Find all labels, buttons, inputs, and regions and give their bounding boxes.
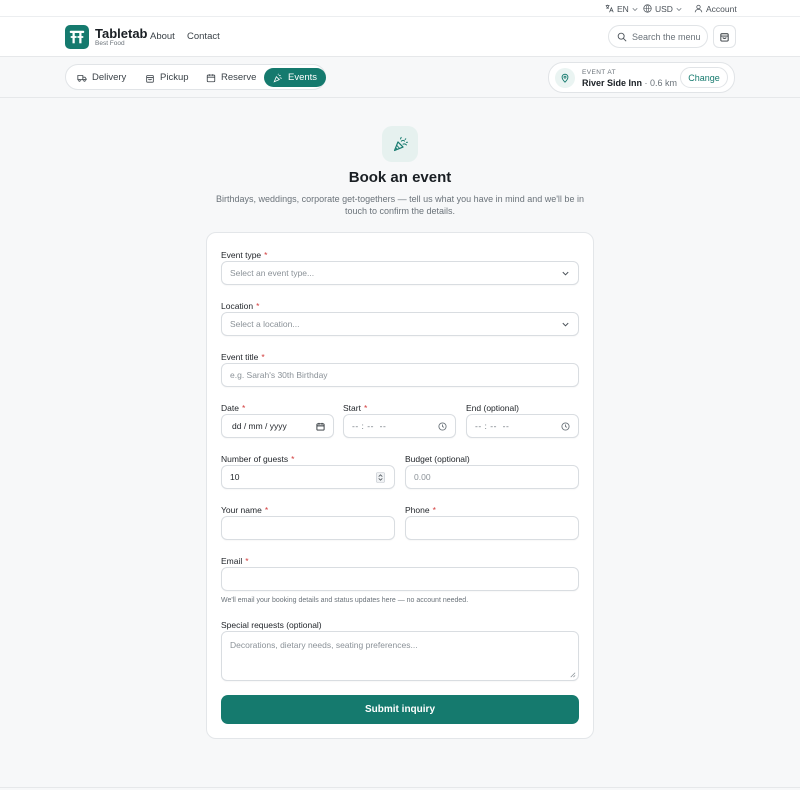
shopping-bag-icon bbox=[720, 33, 729, 42]
start-time-label: Start * bbox=[343, 403, 368, 413]
tab-reserve-label: Reserve bbox=[221, 72, 257, 83]
change-location-button[interactable]: Change bbox=[680, 67, 728, 88]
brand-name: Tabletab bbox=[95, 26, 148, 41]
clock-icon[interactable] bbox=[561, 422, 570, 431]
chevron-down-icon bbox=[632, 7, 638, 11]
page-title: Book an event bbox=[348, 169, 452, 186]
guests-label: Number of guests * bbox=[221, 454, 295, 464]
submit-inquiry-button[interactable]: Submit inquiry bbox=[221, 695, 579, 724]
location-field-label: Location * bbox=[221, 301, 260, 311]
tab-reserve[interactable]: Reserve bbox=[197, 68, 265, 87]
location-pin-icon bbox=[555, 68, 575, 88]
globe-icon bbox=[643, 4, 652, 13]
calendar-icon bbox=[206, 73, 216, 82]
location-label: EVENT AT bbox=[582, 69, 617, 76]
tab-events-label: Events bbox=[288, 72, 318, 83]
email-input[interactable] bbox=[221, 567, 579, 591]
clock-icon[interactable] bbox=[438, 422, 447, 431]
chevron-down-icon bbox=[562, 271, 569, 276]
location-name: River Side Inn · 0.6 km bbox=[582, 78, 677, 88]
name-input[interactable] bbox=[221, 516, 395, 540]
language-switcher[interactable]: EN bbox=[605, 2, 638, 15]
utility-bar: EN USD Account bbox=[0, 0, 800, 17]
search-placeholder: Search the menu bbox=[632, 31, 701, 42]
shopping-bag-icon bbox=[146, 74, 154, 83]
email-label: Email * bbox=[221, 556, 249, 566]
end-time-label: End (optional) bbox=[466, 403, 519, 413]
site-header: Tabletab Best Food About Contact Search … bbox=[0, 17, 800, 57]
party-popper-icon bbox=[382, 126, 418, 162]
name-label: Your name * bbox=[221, 505, 269, 515]
location-distance: · 0.6 km bbox=[644, 78, 678, 88]
logo[interactable] bbox=[65, 25, 89, 49]
chevron-down-icon bbox=[676, 7, 682, 11]
event-title-input[interactable]: e.g. Sarah's 30th Birthday bbox=[221, 363, 579, 387]
requests-placeholder: Decorations, dietary needs, seating pref… bbox=[230, 640, 418, 650]
tab-pickup[interactable]: Pickup bbox=[136, 68, 198, 87]
location-name-text: River Side Inn bbox=[582, 78, 643, 88]
account-label: Account bbox=[706, 3, 737, 14]
requests-label: Special requests (optional) bbox=[221, 620, 322, 630]
event-title-placeholder: e.g. Sarah's 30th Birthday bbox=[230, 370, 328, 380]
event-title-label: Event title * bbox=[221, 352, 265, 362]
budget-placeholder: 0.00 bbox=[414, 472, 431, 482]
date-input[interactable]: dd / mm / yyyy bbox=[221, 414, 334, 438]
footer-divider bbox=[0, 787, 800, 788]
party-popper-icon bbox=[273, 73, 282, 83]
translate-icon bbox=[605, 4, 614, 13]
event-type-placeholder: Select an event type... bbox=[230, 268, 315, 278]
date-placeholder: dd / mm / yyyy bbox=[232, 421, 287, 431]
calendar-icon[interactable] bbox=[316, 422, 325, 431]
currency-switcher[interactable]: USD bbox=[643, 2, 682, 15]
location-placeholder: Select a location... bbox=[230, 319, 300, 329]
currency-label: USD bbox=[655, 3, 673, 14]
end-time-placeholder: -- : -- -- bbox=[475, 421, 510, 431]
stepper-arrows-icon[interactable] bbox=[376, 472, 385, 483]
phone-input[interactable] bbox=[405, 516, 579, 540]
logo-icon bbox=[69, 30, 85, 44]
location-select[interactable]: Select a location... bbox=[221, 312, 579, 336]
guests-value: 10 bbox=[230, 472, 240, 482]
start-time-placeholder: -- : -- -- bbox=[352, 421, 387, 431]
language-label: EN bbox=[617, 3, 629, 14]
end-time-input[interactable]: -- : -- -- bbox=[466, 414, 579, 438]
user-icon bbox=[694, 4, 703, 13]
special-requests-textarea[interactable]: Decorations, dietary needs, seating pref… bbox=[221, 631, 579, 681]
tab-events[interactable]: Events bbox=[264, 68, 327, 87]
email-hint: We'll email your booking details and sta… bbox=[221, 597, 469, 604]
truck-icon bbox=[77, 74, 87, 82]
nav-about[interactable]: About bbox=[150, 32, 175, 42]
tab-delivery-label: Delivery bbox=[92, 72, 127, 83]
resize-handle-icon[interactable] bbox=[569, 671, 576, 678]
tab-delivery[interactable]: Delivery bbox=[68, 68, 135, 87]
brand-tagline: Best Food bbox=[95, 40, 125, 47]
guests-stepper[interactable]: 10 bbox=[221, 465, 395, 489]
tab-pickup-label: Pickup bbox=[160, 72, 189, 83]
chevron-down-icon bbox=[562, 322, 569, 327]
start-time-input[interactable]: -- : -- -- bbox=[343, 414, 456, 438]
order-mode-bar: Delivery Pickup Reserve Events EVENT AT … bbox=[0, 57, 800, 98]
order-mode-switch: Delivery Pickup Reserve Events bbox=[65, 64, 327, 90]
page-subtitle: Birthdays, weddings, corporate get-toget… bbox=[216, 194, 584, 216]
date-label: Date * bbox=[221, 403, 246, 413]
event-type-label: Event type * bbox=[221, 250, 268, 260]
event-type-select[interactable]: Select an event type... bbox=[221, 261, 579, 285]
location-card: EVENT AT River Side Inn · 0.6 km Change bbox=[548, 62, 735, 93]
nav-contact[interactable]: Contact bbox=[187, 32, 220, 42]
phone-label: Phone * bbox=[405, 505, 436, 515]
account-link[interactable]: Account bbox=[694, 2, 737, 15]
search-input[interactable]: Search the menu bbox=[608, 25, 708, 48]
budget-label: Budget (optional) bbox=[405, 454, 470, 464]
search-icon bbox=[617, 32, 627, 41]
cart-button[interactable] bbox=[713, 25, 736, 48]
budget-input[interactable]: 0.00 bbox=[405, 465, 579, 489]
